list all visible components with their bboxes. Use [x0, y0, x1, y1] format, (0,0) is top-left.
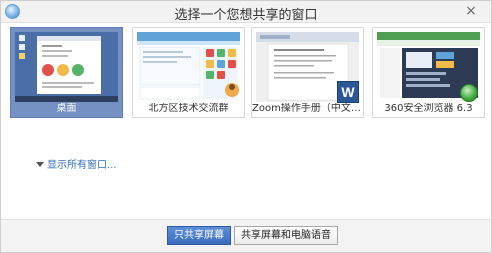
- title-bar: 选择一个您想共享的窗口 ×: [1, 1, 491, 23]
- window-caption: 北方区技术交流群: [148, 103, 229, 114]
- share-screen-only-button[interactable]: 只共享屏幕: [167, 226, 231, 245]
- show-all-windows-link[interactable]: 显示所有窗口...: [36, 156, 117, 171]
- close-button[interactable]: ×: [461, 2, 481, 20]
- window-thumb-360-browser[interactable]: 360安全浏览器 6.3: [372, 27, 485, 118]
- window-thumb-desktop[interactable]: 桌面: [10, 27, 123, 118]
- window-caption: 360安全浏览器 6.3: [384, 103, 473, 114]
- share-window-dialog: 选择一个您想共享的窗口 × 桌面 北方区技术交流群 W Zoom操作手册（中文界…: [0, 0, 492, 253]
- window-caption: 桌面: [56, 103, 77, 114]
- expand-triangle-icon: [36, 161, 44, 167]
- word-app-icon: W: [337, 81, 359, 103]
- dialog-title: 选择一个您想共享的窗口: [174, 8, 318, 23]
- desktop-preview: [15, 32, 118, 102]
- browser-app-icon: [460, 84, 478, 102]
- dialog-footer: 只共享屏幕 共享屏幕和电脑语音: [1, 219, 491, 252]
- window-thumb-zoom-manual[interactable]: W Zoom操作手册（中文界面...: [251, 27, 364, 118]
- window-thumb-qq-group[interactable]: 北方区技术交流群: [132, 27, 245, 118]
- show-all-label: 显示所有窗口...: [47, 160, 117, 171]
- window-thumbnails: 桌面 北方区技术交流群 W Zoom操作手册（中文界 360安全浏览器 6.3: [10, 27, 490, 122]
- window-caption: Zoom操作手册（中文界面...: [252, 103, 363, 114]
- share-screen-and-audio-button[interactable]: 共享屏幕和电脑语音: [234, 226, 338, 245]
- qq-group-preview: [137, 32, 240, 102]
